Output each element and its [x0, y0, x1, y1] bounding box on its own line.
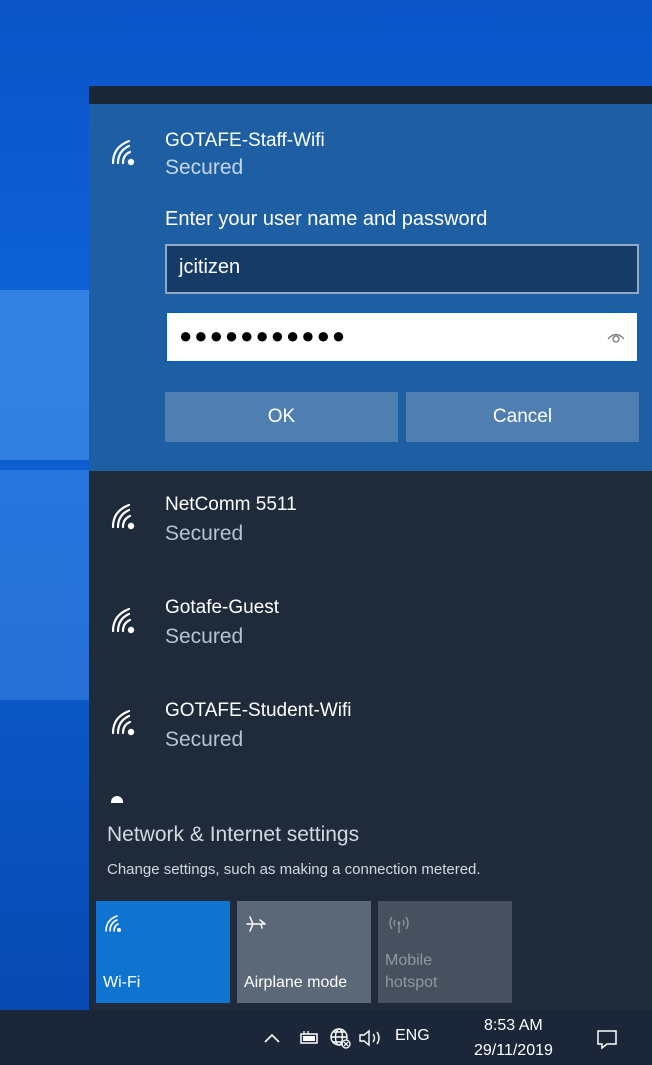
clock-time[interactable]: 8:53 AM — [484, 1017, 543, 1035]
ok-button[interactable]: OK — [165, 392, 398, 442]
network-status: Secured — [165, 156, 244, 179]
wifi-secured-icon — [111, 139, 135, 166]
clock-date[interactable]: 29/11/2019 — [474, 1042, 553, 1060]
tile-label: Mobile hotspot — [385, 950, 437, 994]
cancel-button[interactable]: Cancel — [406, 392, 639, 442]
flyout-top-strip — [89, 86, 652, 104]
desktop-wallpaper-pane — [0, 290, 92, 460]
action-center-icon[interactable] — [594, 1027, 620, 1051]
wifi-toggle-tile[interactable]: Wi-Fi — [96, 901, 230, 1003]
chevron-up-icon[interactable] — [262, 1028, 282, 1048]
network-name: GOTAFE-Staff-Wifi — [165, 130, 325, 151]
tile-label: Wi-Fi — [103, 974, 141, 991]
network-globe-icon[interactable] — [327, 1025, 353, 1051]
selected-network-panel[interactable]: GOTAFE-Staff-Wifi Secured Enter your use… — [89, 104, 652, 471]
network-name: NetComm 5511 — [165, 494, 297, 515]
wifi-secured-icon — [111, 503, 135, 530]
mobile-hotspot-tile[interactable]: Mobile hotspot — [378, 901, 512, 1003]
wifi-secured-icon — [111, 709, 135, 736]
tile-label: Airplane mode — [244, 974, 348, 991]
network-status: Secured — [165, 625, 244, 648]
network-settings-link[interactable]: Network & Internet settings — [107, 823, 359, 847]
username-input[interactable]: jcitizen — [165, 244, 639, 294]
network-status: Secured — [165, 728, 244, 751]
network-name: GOTAFE-Student-Wifi — [165, 700, 352, 721]
more-networks-indicator — [111, 796, 123, 803]
desktop-wallpaper-pane — [0, 470, 92, 700]
taskbar: ENG 8:53 AM 29/11/2019 — [0, 1010, 652, 1065]
airplane-icon — [246, 916, 266, 932]
tile-label-line: hotspot — [385, 974, 438, 991]
battery-icon[interactable] — [297, 1027, 321, 1049]
volume-icon[interactable] — [357, 1027, 387, 1049]
wifi-secured-icon — [111, 607, 135, 634]
input-language-indicator[interactable]: ENG — [395, 1027, 430, 1045]
wifi-icon — [105, 915, 121, 932]
network-flyout: GOTAFE-Staff-Wifi Secured Enter your use… — [89, 86, 652, 1010]
tile-label-line: Mobile — [385, 952, 433, 969]
network-settings-description: Change settings, such as making a connec… — [107, 861, 481, 878]
network-name: Gotafe-Guest — [165, 597, 280, 618]
credential-prompt: Enter your user name and password — [165, 208, 488, 230]
password-mask: ●●●●●●●●●●● — [179, 323, 348, 348]
network-status: Secured — [165, 522, 244, 545]
airplane-mode-tile[interactable]: Airplane mode — [237, 901, 371, 1003]
password-input[interactable]: ●●●●●●●●●●● — [165, 311, 639, 363]
reveal-password-icon[interactable] — [607, 328, 625, 346]
hotspot-icon — [389, 916, 409, 933]
